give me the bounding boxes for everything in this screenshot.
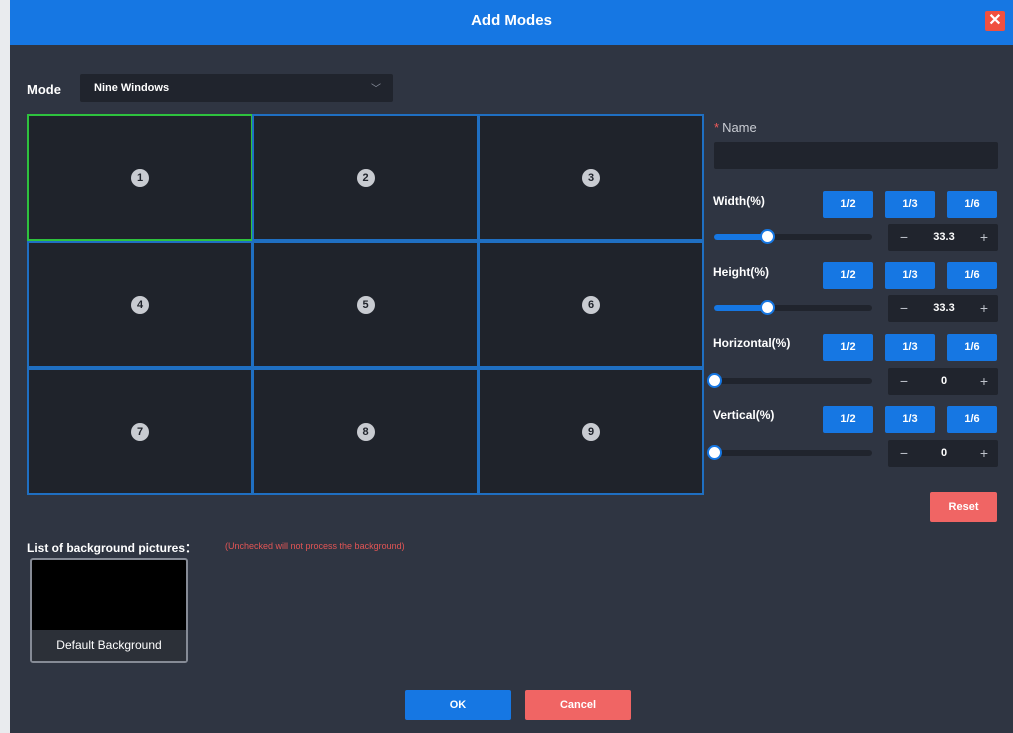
reset-button[interactable]: Reset bbox=[930, 492, 997, 522]
height-sixth-button[interactable]: 1/6 bbox=[947, 262, 997, 289]
vertical-sixth-button[interactable]: 1/6 bbox=[947, 406, 997, 433]
window-cell-7[interactable]: 7 bbox=[27, 368, 253, 495]
window-number-badge: 3 bbox=[582, 168, 600, 187]
slider-fill bbox=[714, 234, 767, 240]
width-half-button[interactable]: 1/2 bbox=[823, 191, 873, 218]
increment-button[interactable]: + bbox=[972, 368, 996, 395]
horizontal-stepper: −0 + bbox=[888, 368, 998, 395]
vertical-third-button[interactable]: 1/3 bbox=[885, 406, 935, 433]
mode-select[interactable]: Nine Windows ﹀ bbox=[80, 74, 393, 102]
mode-label: Mode bbox=[27, 82, 61, 97]
window-cell-1[interactable]: 1 bbox=[27, 114, 253, 241]
vertical-stepper: −0 + bbox=[888, 440, 998, 467]
window-number-badge: 4 bbox=[131, 295, 149, 314]
height-slider[interactable] bbox=[714, 300, 872, 315]
window-cell-4[interactable]: 4 bbox=[27, 241, 253, 368]
ok-button[interactable]: OK bbox=[405, 690, 511, 720]
dialog-titlebar: Add Modes ✕ bbox=[10, 0, 1013, 45]
window-cell-8[interactable]: 8 bbox=[252, 368, 479, 495]
slider-handle[interactable] bbox=[707, 373, 722, 388]
decrement-button[interactable]: − bbox=[892, 224, 916, 251]
name-input[interactable] bbox=[714, 142, 998, 169]
height-half-button[interactable]: 1/2 bbox=[823, 262, 873, 289]
chevron-down-icon: ﹀ bbox=[371, 84, 381, 95]
name-label: * Name bbox=[714, 120, 757, 135]
window-layout-grid: 1 2 3 4 5 6 7 8 9 bbox=[27, 114, 704, 495]
window-cell-6[interactable]: 6 bbox=[478, 241, 704, 368]
height-stepper: −33.3 + bbox=[888, 295, 998, 322]
horizontal-half-button[interactable]: 1/2 bbox=[823, 334, 873, 361]
width-label: Width(%) bbox=[713, 194, 765, 208]
mode-select-value: Nine Windows bbox=[94, 82, 170, 94]
window-number-badge: 5 bbox=[356, 295, 375, 314]
vertical-half-button[interactable]: 1/2 bbox=[823, 406, 873, 433]
background-list-note: (Unchecked will not process the backgrou… bbox=[225, 541, 405, 551]
width-third-button[interactable]: 1/3 bbox=[885, 191, 935, 218]
required-mark: * bbox=[714, 120, 720, 135]
height-label: Height(%) bbox=[713, 265, 769, 279]
horizontal-slider[interactable] bbox=[707, 373, 872, 388]
vertical-slider[interactable] bbox=[707, 445, 872, 460]
horizontal-label: Horizontal(%) bbox=[713, 336, 791, 350]
window-number-badge: 1 bbox=[131, 168, 149, 187]
window-number-badge: 9 bbox=[582, 422, 600, 441]
background-thumbnail[interactable]: Default Background bbox=[30, 558, 188, 663]
width-slider[interactable] bbox=[714, 229, 872, 244]
height-third-button[interactable]: 1/3 bbox=[885, 262, 935, 289]
slider-handle[interactable] bbox=[707, 445, 722, 460]
slider-handle[interactable] bbox=[759, 229, 775, 244]
window-number-badge: 8 bbox=[356, 422, 375, 441]
window-cell-9[interactable]: 9 bbox=[478, 368, 704, 495]
decrement-button[interactable]: − bbox=[892, 295, 916, 322]
background-list-label: List of background pictures： bbox=[27, 541, 198, 555]
window-number-badge: 2 bbox=[356, 168, 375, 187]
decrement-button[interactable]: − bbox=[892, 368, 916, 395]
width-sixth-button[interactable]: 1/6 bbox=[947, 191, 997, 218]
window-cell-2[interactable]: 2 bbox=[252, 114, 479, 241]
width-value[interactable]: 33.3 bbox=[916, 224, 972, 251]
slider-handle[interactable] bbox=[759, 300, 775, 315]
name-label-text: Name bbox=[722, 120, 757, 135]
horizontal-value[interactable]: 0 bbox=[916, 368, 972, 395]
add-modes-dialog: Add Modes ✕ Mode Nine Windows ﹀ 1 2 3 4 … bbox=[10, 0, 1013, 733]
increment-button[interactable]: + bbox=[972, 224, 996, 251]
cancel-button[interactable]: Cancel bbox=[525, 690, 631, 720]
increment-button[interactable]: + bbox=[972, 295, 996, 322]
height-value[interactable]: 33.3 bbox=[916, 295, 972, 322]
window-cell-5[interactable]: 5 bbox=[252, 241, 479, 368]
window-cell-3[interactable]: 3 bbox=[478, 114, 704, 241]
slider-fill bbox=[714, 305, 767, 311]
increment-button[interactable]: + bbox=[972, 440, 996, 467]
close-icon[interactable]: ✕ bbox=[985, 11, 1005, 31]
width-stepper: −33.3 + bbox=[888, 224, 998, 251]
window-number-badge: 6 bbox=[582, 295, 600, 314]
vertical-value[interactable]: 0 bbox=[916, 440, 972, 467]
background-caption: Default Background bbox=[32, 630, 186, 661]
decrement-button[interactable]: − bbox=[892, 440, 916, 467]
horizontal-third-button[interactable]: 1/3 bbox=[885, 334, 935, 361]
window-number-badge: 7 bbox=[131, 422, 149, 441]
dialog-title: Add Modes bbox=[471, 12, 552, 29]
horizontal-sixth-button[interactable]: 1/6 bbox=[947, 334, 997, 361]
vertical-label: Vertical(%) bbox=[713, 408, 775, 422]
